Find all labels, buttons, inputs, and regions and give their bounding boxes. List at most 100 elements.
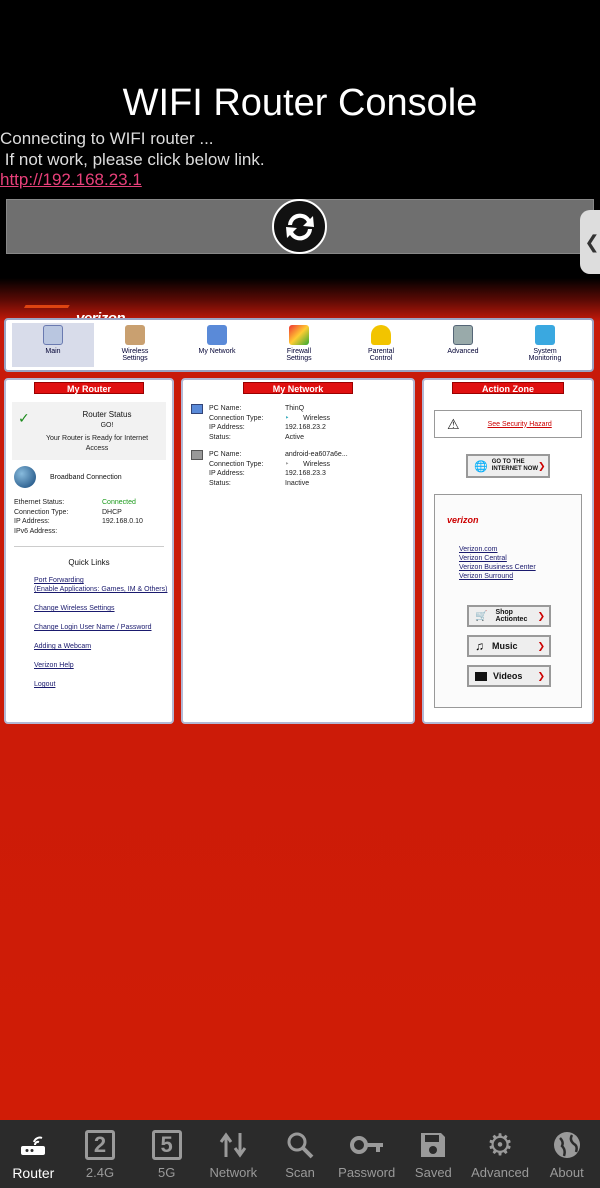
internet-now-label: GO TO THE INTERNET NOW — [491, 459, 539, 472]
pc-icon — [191, 404, 203, 414]
music-icon: ♫ — [475, 639, 484, 653]
gear-icon: ⚙ — [486, 1128, 514, 1162]
nav-label: Main — [45, 348, 61, 355]
device-status: Active — [285, 433, 305, 441]
tab-network[interactable]: Network — [200, 1120, 267, 1188]
tab-2-4g[interactable]: 2 2.4G — [67, 1120, 134, 1188]
device-ip: 192.168.23.3 — [285, 470, 326, 477]
videos-button[interactable]: Videos ❯ — [467, 665, 551, 687]
tab-scan[interactable]: Scan — [267, 1120, 334, 1188]
shop-button[interactable]: 🛒 Shop Actiontec ❯ — [467, 605, 551, 627]
security-hazard-box: ⚠ See Security Hazard — [434, 410, 582, 438]
link-verizon-surround[interactable]: Verizon Surround — [459, 572, 536, 581]
tab-about[interactable]: About — [533, 1120, 600, 1188]
tab-password[interactable]: Password — [333, 1120, 400, 1188]
device-label: IP Address: — [209, 424, 245, 431]
nav-label: Firewall Settings — [286, 348, 312, 362]
nav-parental-control[interactable]: Parental Control — [340, 323, 422, 367]
router-link[interactable]: http://192.168.23.1 — [0, 170, 142, 190]
app-title: WIFI Router Console — [122, 82, 478, 124]
device-type: Wireless — [303, 414, 330, 422]
field-label: Connection Type: — [14, 508, 69, 516]
video-camera-icon — [475, 671, 487, 681]
wifi-icon: ‣ — [285, 460, 290, 468]
quick-link-port-forwarding[interactable]: Port Forwarding (Enable Applications: Ga… — [34, 576, 170, 594]
panel-title: My Router — [34, 382, 144, 394]
globe-icon — [14, 466, 36, 488]
router-status-box: ✓ Router Status GO! Your Router is Ready… — [12, 402, 166, 460]
quick-links: Port Forwarding (Enable Applications: Ga… — [34, 576, 170, 689]
device-2[interactable]: PC Name: android-ea607a6e... Connection T… — [209, 450, 409, 488]
globe-icon: 🌐 — [474, 460, 488, 473]
five-box-icon: 5 — [151, 1130, 182, 1160]
my-network-panel: My Network PC Name: ThinQ Connection Type… — [181, 378, 415, 724]
quick-link-webcam[interactable]: Adding a Webcam — [34, 642, 170, 651]
search-icon — [286, 1130, 314, 1160]
two-box-icon: 2 — [85, 1130, 115, 1160]
connection-status: Connecting to WIFI router ... If not wor… — [0, 128, 265, 170]
router-webview: verizon Main Wireless Settings My Networ… — [0, 278, 600, 1120]
broadband-label: Broadband Connection — [50, 474, 122, 481]
tab-label: Scan — [285, 1165, 315, 1180]
device-label: Status: — [209, 479, 231, 487]
nav-wireless-settings[interactable]: Wireless Settings — [94, 323, 176, 367]
nav-advanced[interactable]: Advanced — [422, 323, 504, 367]
nav-firewall-settings[interactable]: Firewall Settings — [258, 323, 340, 367]
tab-advanced[interactable]: ⚙ Advanced — [467, 1120, 534, 1188]
pc-icon — [191, 450, 203, 460]
music-button[interactable]: ♫ Music ❯ — [467, 635, 551, 657]
device-label: Connection Type: — [209, 460, 264, 468]
device-label: IP Address: — [209, 470, 245, 477]
router-fields: Ethernet Status: Connected Connection Typ… — [14, 498, 164, 536]
chevron-left-icon: ❮ — [584, 231, 600, 252]
link-verizon-business[interactable]: Verizon Business Center — [459, 563, 536, 572]
field-label: Ethernet Status: — [14, 499, 65, 506]
device-ip: 192.168.23.2 — [285, 424, 326, 431]
main-icon — [43, 325, 63, 345]
tab-label: 2.4G — [85, 1165, 115, 1180]
network-icon — [218, 1130, 248, 1160]
firewall-icon — [289, 325, 309, 345]
side-drawer-handle[interactable]: ❮ — [580, 210, 600, 274]
tab-label: About — [549, 1165, 584, 1180]
warning-icon: ⚠ — [447, 415, 460, 432]
tab-router[interactable]: Router — [0, 1120, 67, 1188]
tab-glyph: 2 — [85, 1130, 115, 1160]
link-verizon-central[interactable]: Verizon Central — [459, 554, 536, 563]
router-icon — [18, 1130, 48, 1160]
lock-icon — [371, 325, 391, 345]
quick-link-login[interactable]: Change Login User Name / Password — [34, 623, 170, 632]
security-hazard-link[interactable]: See Security Hazard — [488, 420, 552, 429]
link-verizon-com[interactable]: Verizon.com — [459, 545, 536, 554]
nav-label: Parental Control — [367, 348, 395, 362]
quick-link-wireless[interactable]: Change Wireless Settings — [34, 604, 170, 613]
status-line-1: Connecting to WIFI router ... — [0, 129, 214, 148]
quick-link-logout[interactable]: Logout — [34, 680, 170, 689]
quick-link-help[interactable]: Verizon Help — [34, 661, 170, 670]
tab-saved[interactable]: Saved — [400, 1120, 467, 1188]
nav-label: Wireless Settings — [121, 348, 149, 362]
nav-main[interactable]: Main — [12, 323, 94, 367]
internet-now-button[interactable]: 🌐 GO TO THE INTERNET NOW ❯ — [466, 454, 550, 478]
chevron-right-icon: ❯ — [537, 670, 545, 681]
panel-title: My Network — [243, 382, 353, 394]
tab-5g[interactable]: 5 5G — [133, 1120, 200, 1188]
device-1[interactable]: PC Name: ThinQ Connection Type: ‣ Wireless … — [209, 404, 409, 442]
device-name: ThinQ — [285, 405, 305, 412]
refresh-button[interactable] — [272, 199, 327, 254]
status-line-2: If not work, please click below link. — [0, 150, 265, 169]
nav-system-monitoring[interactable]: System Monitoring — [504, 323, 586, 367]
cart-icon: 🛒 — [475, 610, 488, 622]
globe-icon — [552, 1130, 582, 1160]
refresh-icon — [285, 213, 314, 240]
router-status-title: Router Status — [82, 410, 132, 419]
nav-label: System Monitoring — [528, 348, 562, 362]
tab-label: 5G — [158, 1165, 176, 1180]
music-label: Music — [492, 641, 518, 651]
field-label: IPv6 Address: — [14, 527, 58, 535]
bottom-tab-bar: Router 2 2.4G 5 5G Network Scan Password… — [0, 1120, 600, 1188]
device-status: Inactive — [285, 479, 310, 487]
shop-label: Shop Actiontec — [495, 609, 528, 623]
action-zone-panel: Action Zone ⚠ See Security Hazard 🌐 GO T… — [422, 378, 594, 724]
nav-my-network[interactable]: My Network — [176, 323, 258, 367]
